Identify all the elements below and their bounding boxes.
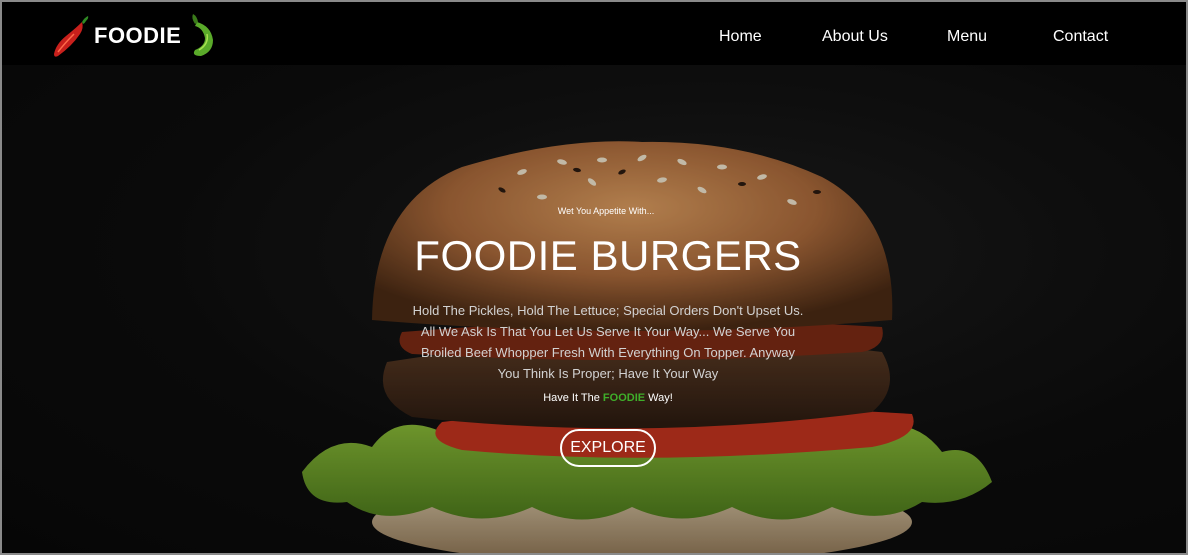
hero-tagline: Wet You Appetite With... bbox=[557, 206, 655, 216]
slogan-brand: FOODIE bbox=[602, 392, 646, 404]
slogan-suffix: Way! bbox=[648, 392, 673, 404]
hero-description: Hold The Pickles, Hold The Lettuce; Spec… bbox=[412, 303, 804, 381]
hero-section: Wet You Appetite With... FOODIE BURGERS … bbox=[2, 2, 1186, 553]
hero-title: FOODIE BURGERS bbox=[414, 232, 802, 279]
browser-viewport: FOODIE Home About Us Menu Contact Wet Yo… bbox=[0, 0, 1188, 555]
slogan-prefix: Have It The bbox=[543, 392, 600, 404]
explore-button[interactable]: EXPLORE bbox=[560, 429, 656, 467]
hero-slogan: Have It The FOODIE Way! bbox=[2, 392, 1186, 404]
